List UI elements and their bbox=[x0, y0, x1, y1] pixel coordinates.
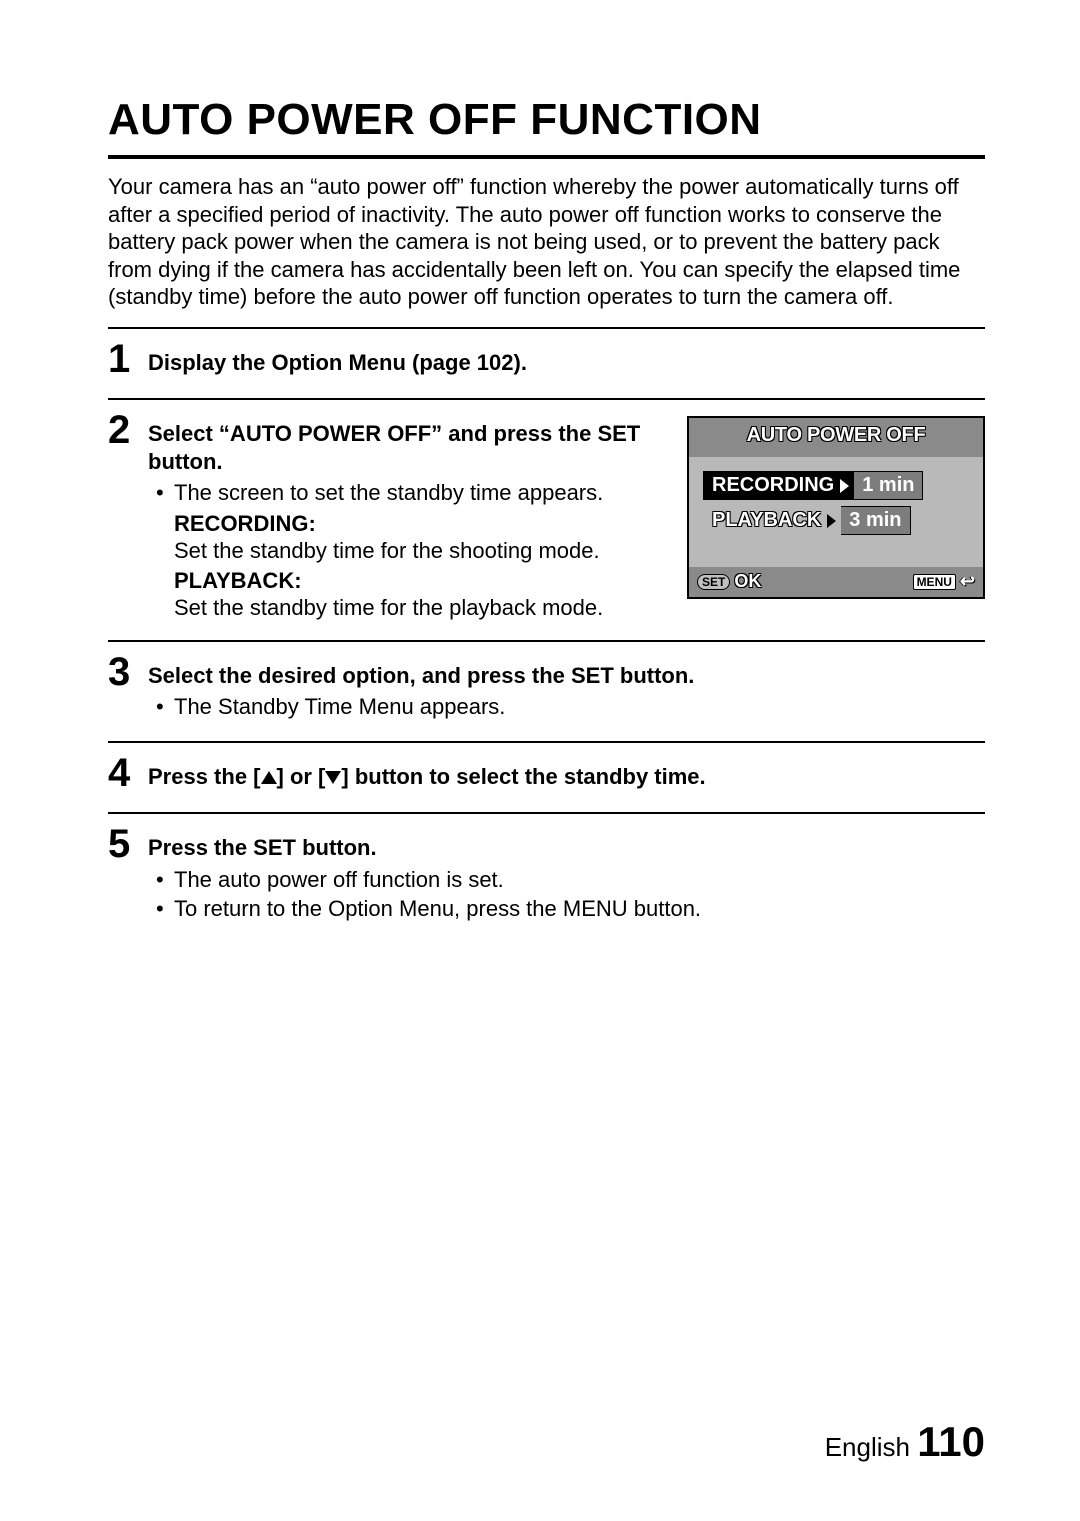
step-3: 3 Select the desired option, and press t… bbox=[108, 642, 985, 741]
lcd-row-label: RECORDING bbox=[703, 471, 840, 500]
step-bullet: The screen to set the standby time appea… bbox=[174, 479, 667, 507]
recording-text: Set the standby time for the shooting mo… bbox=[174, 537, 667, 565]
lcd-row-value: 1 min bbox=[854, 471, 923, 500]
step-heading: Select “AUTO POWER OFF” and press the SE… bbox=[148, 420, 667, 475]
ok-label: OK bbox=[734, 571, 761, 592]
step-1: 1 Display the Option Menu (page 102). bbox=[108, 329, 985, 399]
lcd-menu-return: MENU ↩ bbox=[913, 571, 975, 592]
step-4: 4 Press the [ ] or [ ] button to select th… bbox=[108, 743, 985, 813]
lcd-screenshot: AUTO POWER OFF RECORDING 1 min PLAYBACK … bbox=[687, 416, 985, 599]
lcd-row-playback: PLAYBACK 3 min bbox=[703, 506, 969, 535]
menu-chip-icon: MENU bbox=[913, 574, 956, 590]
return-icon: ↩ bbox=[960, 571, 975, 592]
step-bullet: The Standby Time Menu appears. bbox=[174, 693, 985, 721]
footer-page-number: 110 bbox=[917, 1418, 985, 1465]
step4-text-a: Press the [ bbox=[148, 764, 261, 789]
triangle-up-icon bbox=[261, 771, 277, 784]
page-title: AUTO POWER OFF FUNCTION bbox=[108, 95, 985, 145]
recording-label: RECORDING: bbox=[174, 511, 667, 537]
step-bullet: To return to the Option Menu, press the … bbox=[174, 895, 985, 923]
set-chip-icon: SET bbox=[697, 574, 730, 590]
playback-label: PLAYBACK: bbox=[174, 568, 667, 594]
triangle-down-icon bbox=[325, 771, 341, 784]
step4-text-b: ] or [ bbox=[277, 764, 326, 789]
step-number: 5 bbox=[108, 824, 148, 864]
step-number: 4 bbox=[108, 753, 148, 793]
step-5: 5 Press the SET button. The auto power o… bbox=[108, 814, 985, 943]
lcd-title: AUTO POWER OFF bbox=[689, 418, 983, 457]
playback-text: Set the standby time for the playback mo… bbox=[174, 594, 667, 622]
lcd-row-value: 3 min bbox=[841, 506, 910, 535]
triangle-right-icon bbox=[827, 506, 841, 535]
lcd-set-ok: SET OK bbox=[697, 571, 761, 592]
step-2: 2 Select “AUTO POWER OFF” and press the … bbox=[108, 400, 985, 640]
intro-paragraph: Your camera has an “auto power off” func… bbox=[108, 173, 985, 311]
title-rule bbox=[108, 155, 985, 159]
step-bullet: The auto power off function is set. bbox=[174, 866, 985, 894]
footer-language: English bbox=[825, 1432, 910, 1462]
lcd-row-recording: RECORDING 1 min bbox=[703, 471, 969, 500]
step-heading: Display the Option Menu (page 102). bbox=[148, 349, 985, 377]
step-number: 2 bbox=[108, 410, 148, 450]
step-number: 1 bbox=[108, 339, 148, 379]
page-footer: English 110 bbox=[825, 1418, 985, 1466]
step-heading: Press the [ ] or [ ] button to select the … bbox=[148, 763, 985, 791]
step4-text-c: ] button to select the standby time. bbox=[341, 764, 705, 789]
step-heading: Press the SET button. bbox=[148, 834, 985, 862]
triangle-right-icon bbox=[840, 471, 854, 500]
step-heading: Select the desired option, and press the… bbox=[148, 662, 985, 690]
lcd-row-label: PLAYBACK bbox=[703, 506, 827, 535]
step-number: 3 bbox=[108, 652, 148, 692]
